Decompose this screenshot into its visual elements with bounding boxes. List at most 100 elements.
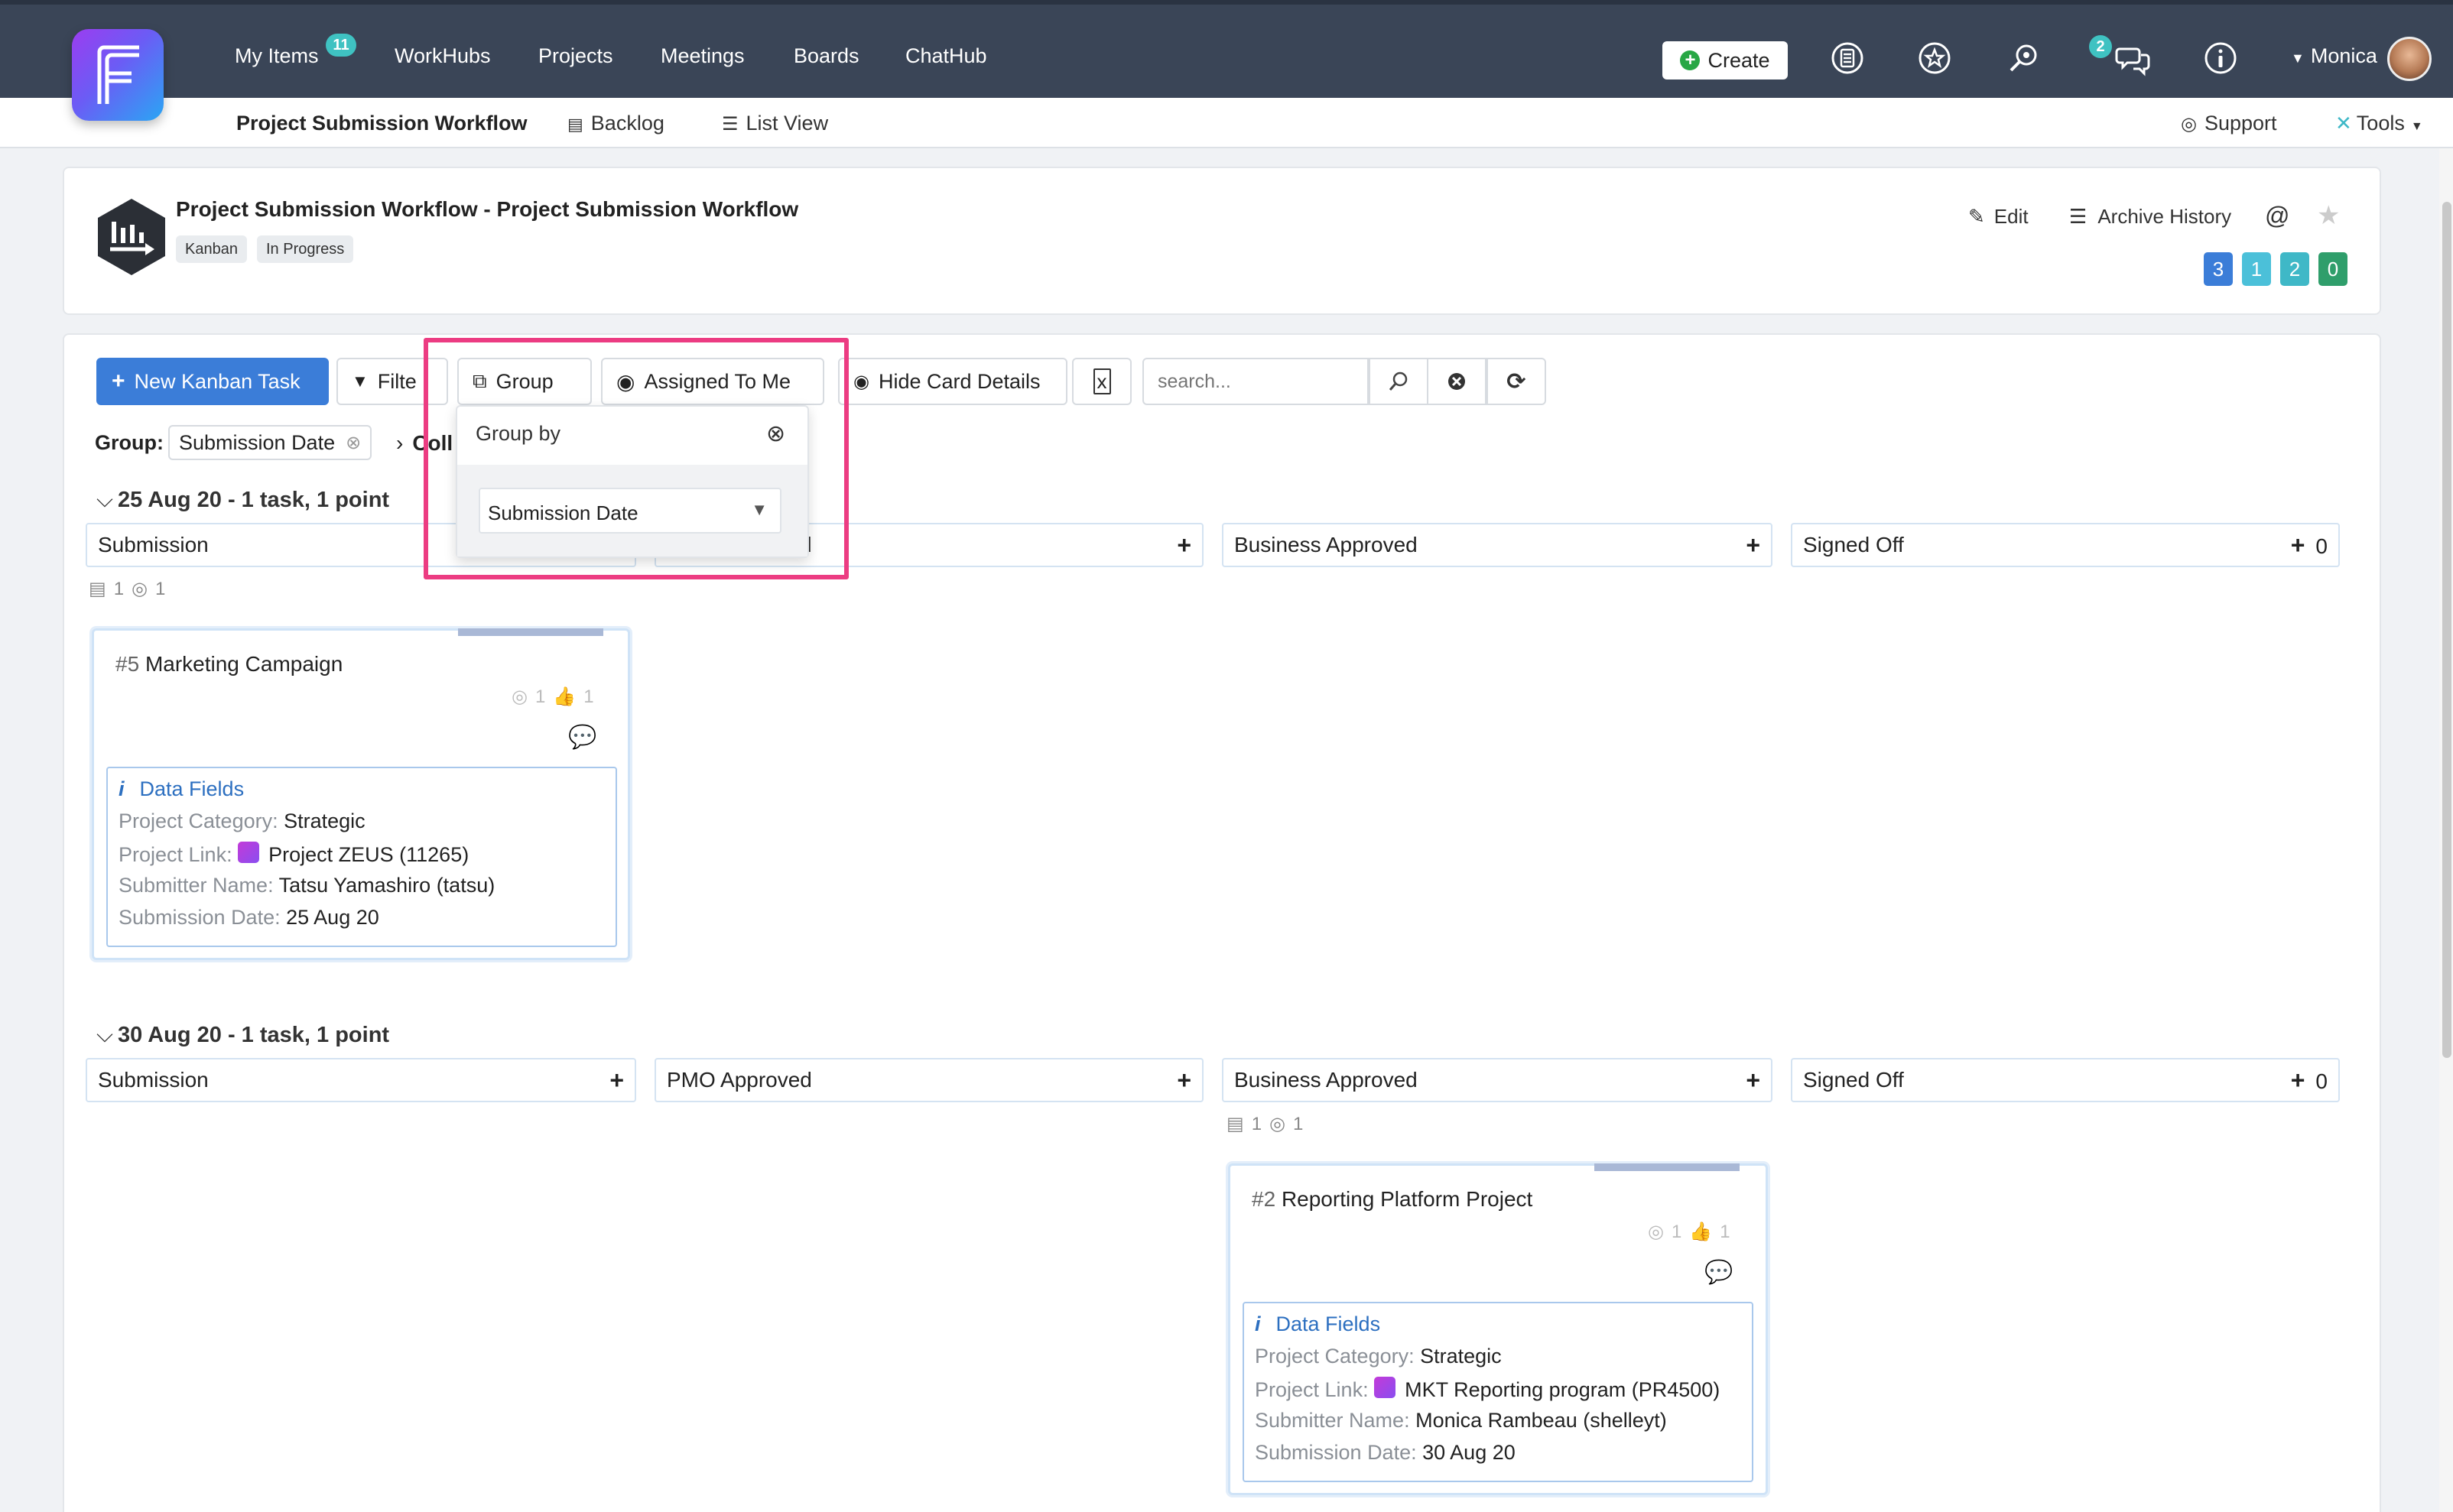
column-count: 0 — [2315, 1069, 2328, 1093]
field-value: Monica Rambeau (shelleyt) — [1415, 1409, 1667, 1432]
project-link[interactable]: Project ZEUS (11265) — [268, 843, 469, 866]
nav-my-items[interactable]: My Items — [235, 44, 319, 68]
project-link[interactable]: MKT Reporting program (PR4500) — [1405, 1378, 1720, 1401]
export-excel-button[interactable]: x — [1072, 358, 1132, 405]
column-header-signed-off[interactable]: Signed Off +0 — [1791, 1058, 2340, 1102]
card-title[interactable]: #2 Reporting Platform Project — [1252, 1187, 1532, 1212]
plus-icon[interactable]: + — [1177, 531, 1191, 560]
kanban-card[interactable]: #2 Reporting Platform Project ◎ 1 👍 1 💬 iD… — [1228, 1163, 1768, 1495]
group-header[interactable]: ⌵ 30 Aug 20 - 1 task, 1 point — [96, 1023, 389, 1048]
search-input[interactable] — [1142, 358, 1369, 405]
subnav-tools[interactable]: ✕ Tools ▼ — [2335, 112, 2423, 135]
avatar[interactable] — [2387, 37, 2432, 81]
info-icon: i — [119, 777, 125, 800]
star-icon[interactable]: ★ — [2317, 200, 2340, 231]
logo-f-icon — [97, 45, 139, 104]
card-likes: 1 — [583, 686, 594, 707]
refresh-icon: ⟳ — [1506, 368, 1526, 394]
card-title[interactable]: #5 Marketing Campaign — [115, 652, 343, 677]
column-header-submission[interactable]: Submission + — [86, 1058, 636, 1102]
sliders-icon: ☰ — [2069, 205, 2087, 228]
edit-button[interactable]: ✎ Edit — [1968, 205, 2029, 229]
subnav-backlog[interactable]: ▤ Backlog — [567, 112, 664, 135]
field-key: Submission Date: — [1255, 1441, 1417, 1464]
plus-icon[interactable]: + — [1746, 531, 1760, 560]
scrollbar[interactable] — [2439, 148, 2453, 1512]
user-menu[interactable]: ▼ Monica — [2291, 44, 2377, 68]
points-icon: ◎ — [1269, 1114, 1285, 1134]
subnav-project[interactable]: Project Submission Workflow — [236, 112, 528, 135]
hide-card-details-button[interactable]: ◉ Hide Card Details — [838, 358, 1067, 405]
group-chip[interactable]: Submission Date ⊗ — [168, 425, 372, 460]
comments-icon[interactable]: 💬 — [1704, 1259, 1733, 1286]
plus-icon[interactable]: + — [2291, 531, 2305, 559]
column-header-business-approved[interactable]: Business Approved + — [1222, 1058, 1772, 1102]
card-likes: 1 — [1720, 1221, 1730, 1242]
scrollbar-thumb[interactable] — [2442, 202, 2451, 1058]
chevron-right-icon: › — [396, 431, 404, 455]
column-stats: ▤ 1 ◎ 1 — [1226, 1113, 1303, 1135]
tasks-icon: ▤ — [1226, 1114, 1244, 1134]
card-points: 1 — [534, 686, 546, 707]
search-button[interactable] — [1369, 358, 1428, 405]
info-icon[interactable] — [2202, 40, 2239, 76]
field-key: Project Link: — [1255, 1378, 1369, 1401]
column-name: Submission — [98, 1068, 209, 1092]
nav-meetings[interactable]: Meetings — [661, 44, 745, 68]
nav-workhubs[interactable]: WorkHubs — [395, 44, 491, 68]
search-icon — [1389, 372, 1408, 391]
group-header[interactable]: ⌵ 25 Aug 20 - 1 task, 1 point — [96, 488, 389, 513]
filter-label: Filte — [377, 369, 417, 393]
column-header-pmo-approved[interactable]: PMO Approved + — [655, 1058, 1204, 1102]
checklist-icon[interactable] — [1829, 40, 1866, 76]
project-header-card — [63, 167, 2381, 315]
caret-down-icon: ▼ — [2410, 120, 2423, 133]
close-circle-icon[interactable]: ⊗ — [346, 432, 361, 454]
subnav-support[interactable]: ◎ Support — [2181, 112, 2277, 135]
column-header-signed-off[interactable]: Signed Off +0 — [1791, 523, 2340, 567]
field-project-category: Project Category: Strategic — [1255, 1345, 1502, 1368]
comments-icon[interactable]: 💬 — [568, 724, 596, 751]
data-fields-panel: i Data Fields Project Category: Strategic… — [106, 767, 617, 947]
kanban-card[interactable]: #5 Marketing Campaign ◎ 1 👍 1 💬 i Data Fiel… — [92, 628, 630, 960]
archive-history-button[interactable]: ☰ Archive History — [2069, 205, 2231, 229]
star-circle-icon[interactable] — [1916, 40, 1953, 76]
count-badge: 3 — [2204, 252, 2233, 286]
field-submission-date: Submission Date: 25 Aug 20 — [119, 906, 379, 930]
rocket-search-icon[interactable] — [2005, 40, 2042, 76]
nav-boards[interactable]: Boards — [794, 44, 859, 68]
subnav-list-view[interactable]: ☰ List View — [722, 112, 828, 135]
app-logo[interactable] — [72, 29, 164, 121]
chat-badge: 2 — [2089, 35, 2112, 58]
field-key: Project Link: — [119, 843, 232, 866]
nav-projects[interactable]: Projects — [538, 44, 613, 68]
data-fields-header[interactable]: i Data Fields — [1255, 1312, 1380, 1336]
tools-label: Tools — [2356, 112, 2405, 135]
project-link-icon — [238, 842, 260, 863]
plus-icon[interactable]: + — [1746, 1066, 1760, 1095]
kanban-project-icon — [98, 199, 165, 275]
plus-icon[interactable]: + — [1177, 1066, 1191, 1095]
create-button[interactable]: + Create — [1662, 41, 1788, 79]
clear-search-button[interactable] — [1427, 358, 1486, 405]
tag-status: In Progress — [257, 235, 354, 263]
mention-button[interactable]: @ — [2265, 202, 2289, 230]
list-view-label: List View — [746, 112, 829, 135]
refresh-button[interactable]: ⟳ — [1486, 358, 1546, 405]
nav-chathub[interactable]: ChatHub — [905, 44, 987, 68]
field-key: Submission Date: — [119, 906, 281, 929]
field-submitter-name: Submitter Name: Tatsu Yamashiro (tatsu) — [119, 874, 495, 897]
column-header-business-approved[interactable]: Business Approved + — [1222, 523, 1772, 567]
chat-bubbles-icon[interactable] — [2115, 40, 2152, 76]
plus-icon[interactable]: + — [609, 1066, 624, 1095]
thumbs-up-icon: 👍 — [553, 686, 577, 707]
plus-icon[interactable]: + — [2291, 1066, 2305, 1094]
column-name: Signed Off — [1803, 1068, 1904, 1092]
data-fields-header[interactable]: i Data Fields — [119, 777, 244, 801]
support-icon: ◎ — [2181, 114, 2197, 135]
count-badge: 1 — [2242, 252, 2271, 286]
new-kanban-task-button[interactable]: + New Kanban Task — [96, 358, 329, 405]
card-meta: ◎ 1 👍 1 — [512, 686, 594, 708]
field-value: Tatsu Yamashiro (tatsu) — [278, 874, 495, 897]
field-submission-date: Submission Date: 30 Aug 20 — [1255, 1441, 1516, 1465]
